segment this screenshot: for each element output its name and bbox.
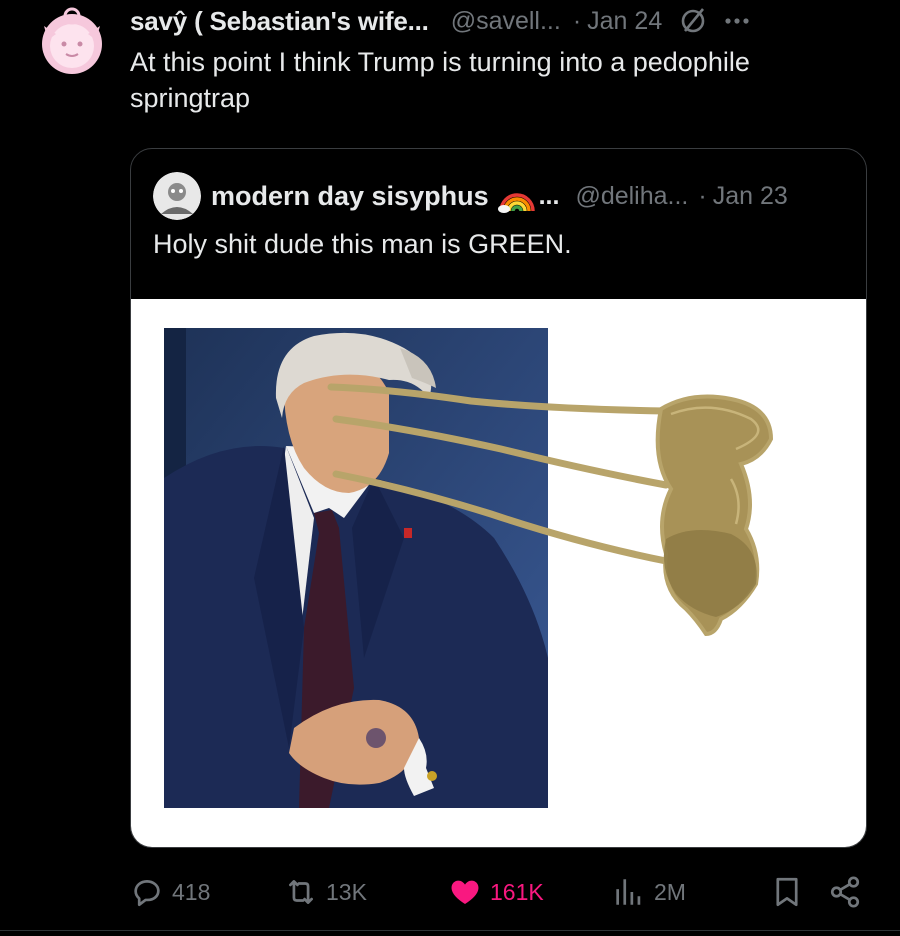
reply-button[interactable]: 418 bbox=[130, 868, 210, 916]
quoted-tweet[interactable]: modern day sisyphus ... @deliha... · Jan… bbox=[130, 148, 867, 848]
repost-count: 13K bbox=[326, 878, 367, 905]
gold-scribble-drawing bbox=[327, 383, 774, 637]
author-avatar[interactable] bbox=[34, 6, 110, 78]
view-count: 2M bbox=[654, 878, 686, 905]
bookmark-icon bbox=[776, 877, 798, 907]
views-button[interactable]: 2M bbox=[612, 868, 686, 916]
reply-count: 418 bbox=[172, 878, 211, 905]
more-options-icon[interactable] bbox=[722, 6, 752, 36]
tweet-text: At this point I think Trump is turning i… bbox=[130, 47, 750, 113]
slashed-circle-icon bbox=[681, 8, 705, 33]
share-button[interactable] bbox=[828, 868, 862, 916]
separator-dot: · bbox=[572, 6, 582, 35]
rainbow-icon bbox=[497, 193, 535, 213]
heart-icon bbox=[451, 880, 479, 905]
quoted-tweet-header: modern day sisyphus ... @deliha... · Jan… bbox=[153, 172, 846, 220]
author-name[interactable]: savŷ ( Sebastian's wife... bbox=[130, 6, 429, 37]
like-count: 161K bbox=[490, 878, 544, 905]
reply-icon bbox=[134, 880, 160, 907]
repost-button[interactable]: 13K bbox=[284, 868, 367, 916]
like-button[interactable]: 161K bbox=[448, 868, 544, 916]
tweet-date[interactable]: Jan 24 bbox=[587, 7, 662, 36]
quoted-tweet-date[interactable]: Jan 23 bbox=[713, 182, 788, 211]
divider bbox=[0, 930, 900, 931]
views-icon bbox=[616, 879, 641, 905]
quoted-author-handle[interactable]: @deliha... bbox=[575, 182, 688, 211]
quoted-author-name[interactable]: modern day sisyphus bbox=[211, 181, 489, 212]
tweet-header: savŷ ( Sebastian's wife... @savell... · … bbox=[130, 4, 880, 38]
repost-icon bbox=[289, 880, 313, 904]
author-handle[interactable]: @savell... bbox=[451, 7, 561, 36]
quoted-author-avatar[interactable] bbox=[153, 172, 201, 220]
quoted-tweet-text: Holy shit dude this man is GREEN. bbox=[153, 229, 572, 259]
bookmark-button[interactable] bbox=[770, 868, 804, 916]
quoted-name-ellipsis: ... bbox=[538, 181, 560, 210]
action-bar: 418 13K 161K 2M bbox=[130, 868, 870, 916]
quoted-tweet-image[interactable] bbox=[131, 299, 866, 847]
share-icon bbox=[830, 876, 860, 908]
quoted-separator-dot: · bbox=[698, 181, 707, 210]
